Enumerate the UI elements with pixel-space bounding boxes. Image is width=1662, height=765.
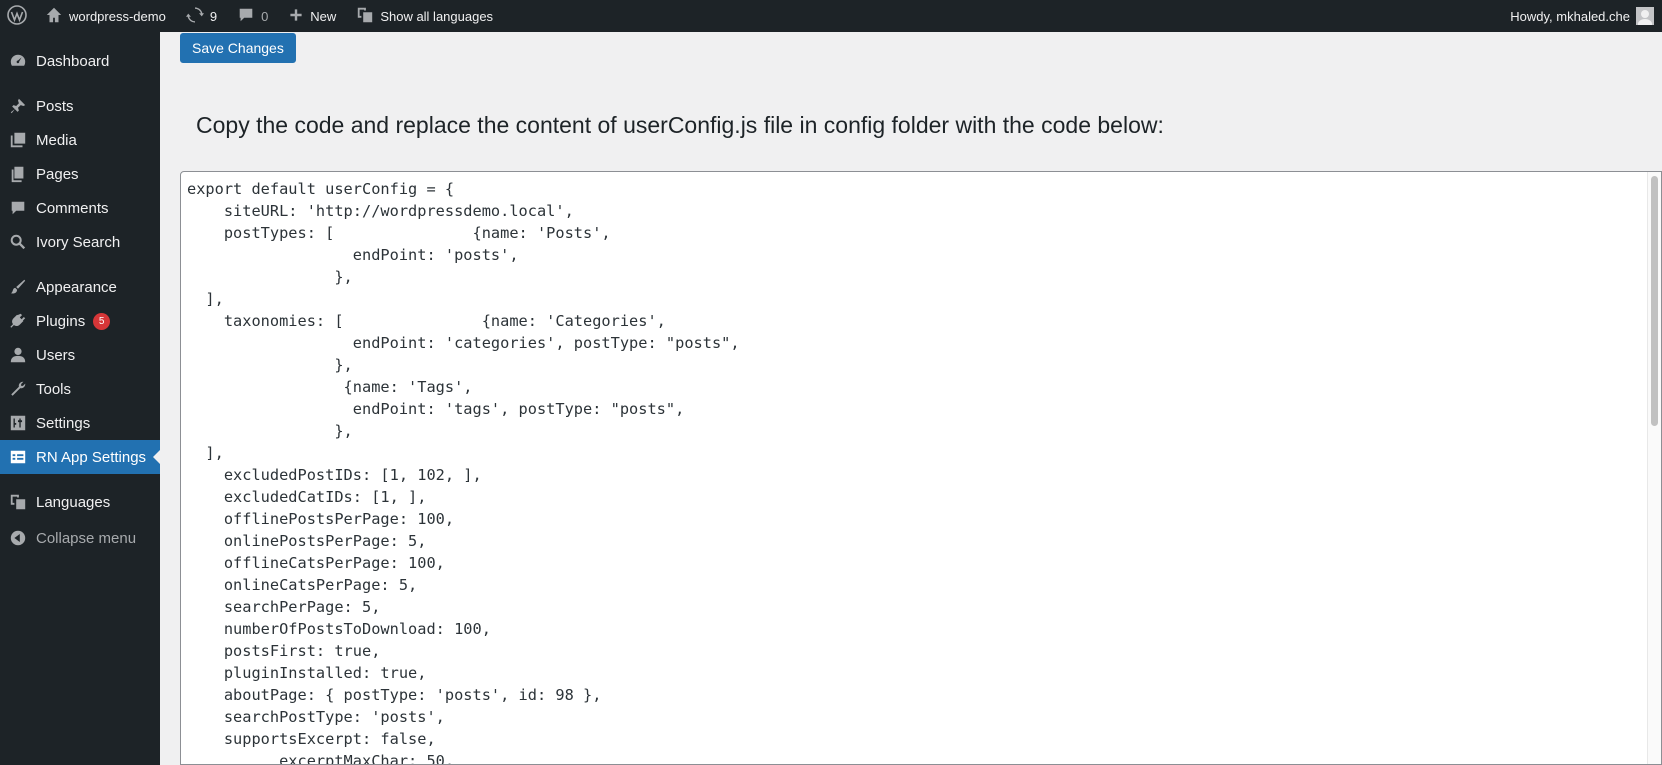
sidebar-item-posts[interactable]: Posts bbox=[0, 89, 160, 123]
code-textarea[interactable]: export default userConfig = { siteURL: '… bbox=[180, 171, 1662, 765]
sidebar-item-pages[interactable]: Pages bbox=[0, 157, 160, 191]
sidebar-item-plugins[interactable]: Plugins 5 bbox=[0, 304, 160, 338]
sidebar-item-label: Appearance bbox=[36, 278, 117, 296]
translation-icon bbox=[356, 6, 374, 27]
comment-icon bbox=[0, 199, 36, 217]
new-content-link[interactable]: New bbox=[278, 0, 346, 32]
site-name: wordpress-demo bbox=[69, 8, 166, 24]
comments-count: 0 bbox=[261, 8, 269, 24]
home-icon bbox=[45, 6, 63, 27]
sidebar-item-label: Dashboard bbox=[36, 52, 110, 70]
sidebar-item-rn-app-settings[interactable]: RN App Settings bbox=[0, 440, 161, 474]
sidebar-item-label: Collapse menu bbox=[36, 529, 137, 547]
sidebar-item-label: Ivory Search bbox=[36, 233, 121, 251]
admin-sidebar: Dashboard Posts Media Pages Comments Ivo… bbox=[0, 32, 161, 765]
translation-icon bbox=[0, 493, 36, 511]
collapse-menu-button[interactable]: Collapse menu bbox=[0, 521, 160, 555]
media-icon bbox=[0, 131, 36, 149]
sidebar-item-ivory-search[interactable]: Ivory Search bbox=[0, 225, 160, 259]
search-icon bbox=[0, 233, 36, 251]
pages-icon bbox=[0, 165, 36, 183]
code-scrollbar[interactable] bbox=[1647, 172, 1661, 764]
sidebar-item-label: Users bbox=[36, 346, 76, 364]
sidebar-item-label: RN App Settings bbox=[36, 448, 147, 466]
sidebar-item-label: Pages bbox=[36, 165, 79, 183]
code-content: export default userConfig = { siteURL: '… bbox=[187, 180, 740, 765]
scrollbar-thumb[interactable] bbox=[1651, 176, 1658, 426]
howdy-text: Howdy, mkhaled.che bbox=[1510, 8, 1630, 24]
sidebar-item-label: Plugins bbox=[36, 312, 86, 330]
sidebar-item-media[interactable]: Media bbox=[0, 123, 160, 157]
wordpress-logo-icon bbox=[7, 4, 27, 28]
comment-icon bbox=[237, 6, 255, 27]
updates-count: 9 bbox=[209, 8, 218, 24]
sidebar-item-label: Languages bbox=[36, 493, 111, 511]
site-name-link[interactable]: wordpress-demo bbox=[35, 0, 176, 32]
sidebar-item-label: Comments bbox=[36, 199, 109, 217]
sidebar-item-users[interactable]: Users bbox=[0, 338, 160, 372]
show-all-languages-label: Show all languages bbox=[380, 8, 494, 24]
comments-link[interactable]: 0 bbox=[227, 0, 278, 32]
sidebar-item-languages[interactable]: Languages bbox=[0, 485, 160, 519]
wrench-icon bbox=[0, 380, 36, 398]
pin-icon bbox=[0, 97, 36, 115]
sidebar-item-appearance[interactable]: Appearance bbox=[0, 270, 160, 304]
save-changes-button[interactable]: Save Changes bbox=[180, 33, 296, 63]
table-icon bbox=[0, 448, 36, 466]
plugins-update-badge: 5 bbox=[93, 312, 111, 330]
collapse-icon bbox=[0, 529, 36, 547]
admin-bar: wordpress-demo 9 0 New Show all language… bbox=[0, 0, 1662, 32]
sidebar-item-label: Settings bbox=[36, 414, 91, 432]
show-all-languages-link[interactable]: Show all languages bbox=[346, 0, 503, 32]
updates-link[interactable]: 9 bbox=[176, 0, 227, 32]
user-icon bbox=[0, 346, 36, 364]
sidebar-item-label: Posts bbox=[36, 97, 74, 115]
page-heading: Copy the code and replace the content of… bbox=[196, 112, 1164, 138]
plugin-icon bbox=[0, 312, 36, 330]
my-account[interactable]: Howdy, mkhaled.che bbox=[1510, 0, 1662, 32]
plus-icon bbox=[288, 7, 304, 26]
dashboard-icon bbox=[0, 52, 36, 70]
new-label: New bbox=[310, 8, 337, 24]
avatar bbox=[1636, 7, 1654, 25]
updates-icon bbox=[185, 6, 204, 27]
sidebar-item-label: Tools bbox=[36, 380, 72, 398]
brush-icon bbox=[0, 278, 36, 296]
sidebar-item-tools[interactable]: Tools bbox=[0, 372, 160, 406]
sidebar-item-label: Media bbox=[36, 131, 77, 149]
sliders-icon bbox=[0, 414, 36, 432]
wordpress-logo-button[interactable] bbox=[0, 0, 35, 32]
sidebar-item-comments[interactable]: Comments bbox=[0, 191, 160, 225]
sidebar-item-settings[interactable]: Settings bbox=[0, 406, 160, 440]
sidebar-item-dashboard[interactable]: Dashboard bbox=[0, 44, 160, 78]
